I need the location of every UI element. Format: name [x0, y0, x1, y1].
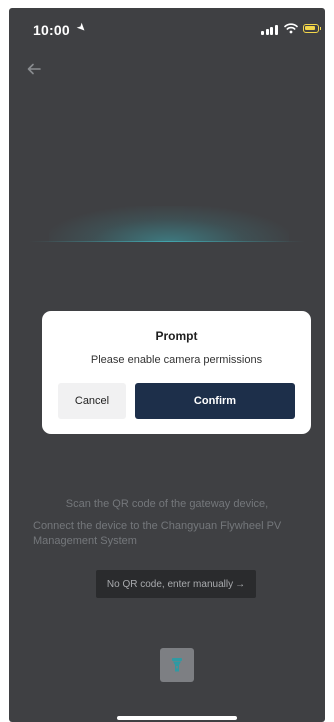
instruction-line-1: Scan the QR code of the gateway device, [65, 498, 269, 510]
enter-manually-label: No QR code, enter manually → [106, 578, 246, 590]
confirm-button[interactable]: Confirm [135, 383, 295, 419]
flashlight-icon [172, 658, 182, 672]
scan-glow [49, 206, 289, 242]
home-indicator [117, 716, 237, 720]
scan-line [29, 241, 305, 242]
dialog-title: Prompt [155, 329, 198, 343]
battery-charging-icon [303, 24, 321, 33]
status-bar: 10:00 ➤ [9, 8, 325, 48]
flashlight-button[interactable] [160, 648, 194, 682]
enter-manually-button[interactable]: No QR code, enter manually → [96, 570, 256, 598]
dialog-message: Please enable camera permissions [90, 354, 263, 366]
arrow-left-icon[interactable] [25, 60, 43, 78]
camera-permission-dialog: Prompt Please enable camera permissions … [42, 311, 311, 434]
cancel-button[interactable]: Cancel [58, 383, 126, 419]
cellular-signal-icon [261, 25, 278, 35]
location-arrow-icon: ➤ [73, 20, 89, 36]
instruction-line-2: Connect the device to the Changyuan Flyw… [33, 520, 282, 547]
wifi-icon [284, 23, 298, 34]
scan-screen: 10:00 ➤ Scan the QR code of the gateway … [9, 8, 325, 722]
status-time: 10:00 [33, 22, 70, 38]
